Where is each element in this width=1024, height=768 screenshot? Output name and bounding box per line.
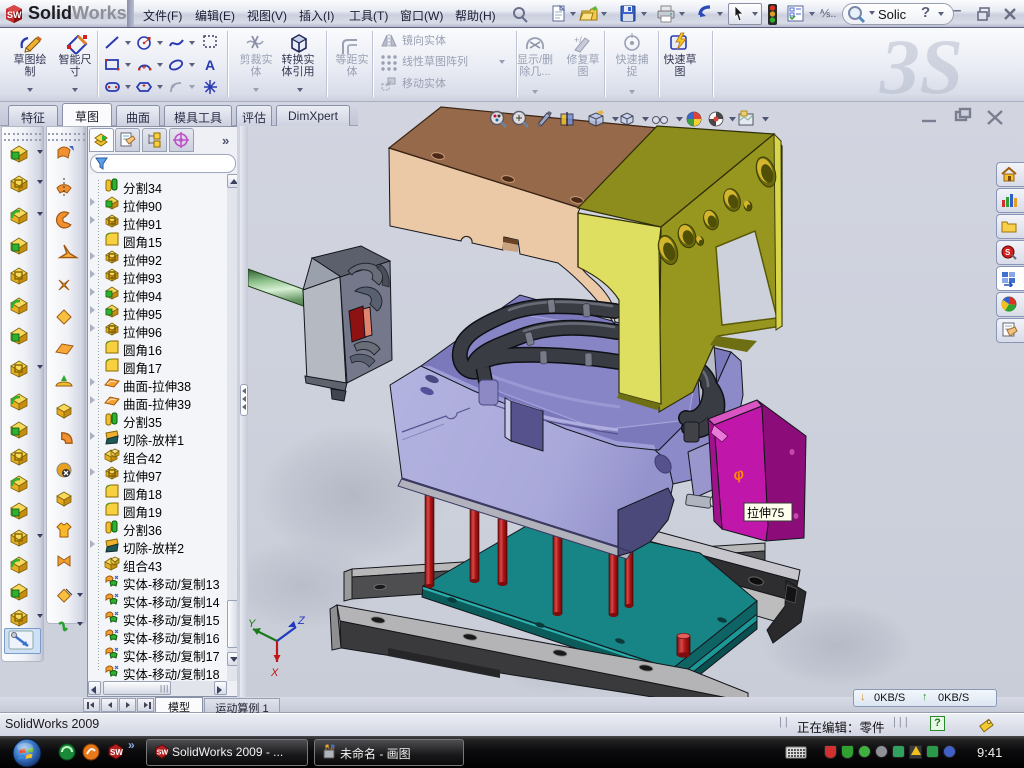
svg-text:SW: SW [110, 748, 123, 757]
svg-text:SW: SW [157, 749, 169, 757]
svg-text:Y: Y [248, 618, 256, 630]
svg-text:S: S [1005, 248, 1011, 257]
svg-text:SW: SW [7, 10, 22, 20]
svg-text:X: X [270, 667, 279, 679]
svg-text:拉伸75: 拉伸75 [747, 505, 785, 520]
svg-text:+/: +/ [574, 35, 582, 45]
svg-text:A: A [205, 57, 215, 73]
svg-text:Z: Z [297, 615, 306, 627]
